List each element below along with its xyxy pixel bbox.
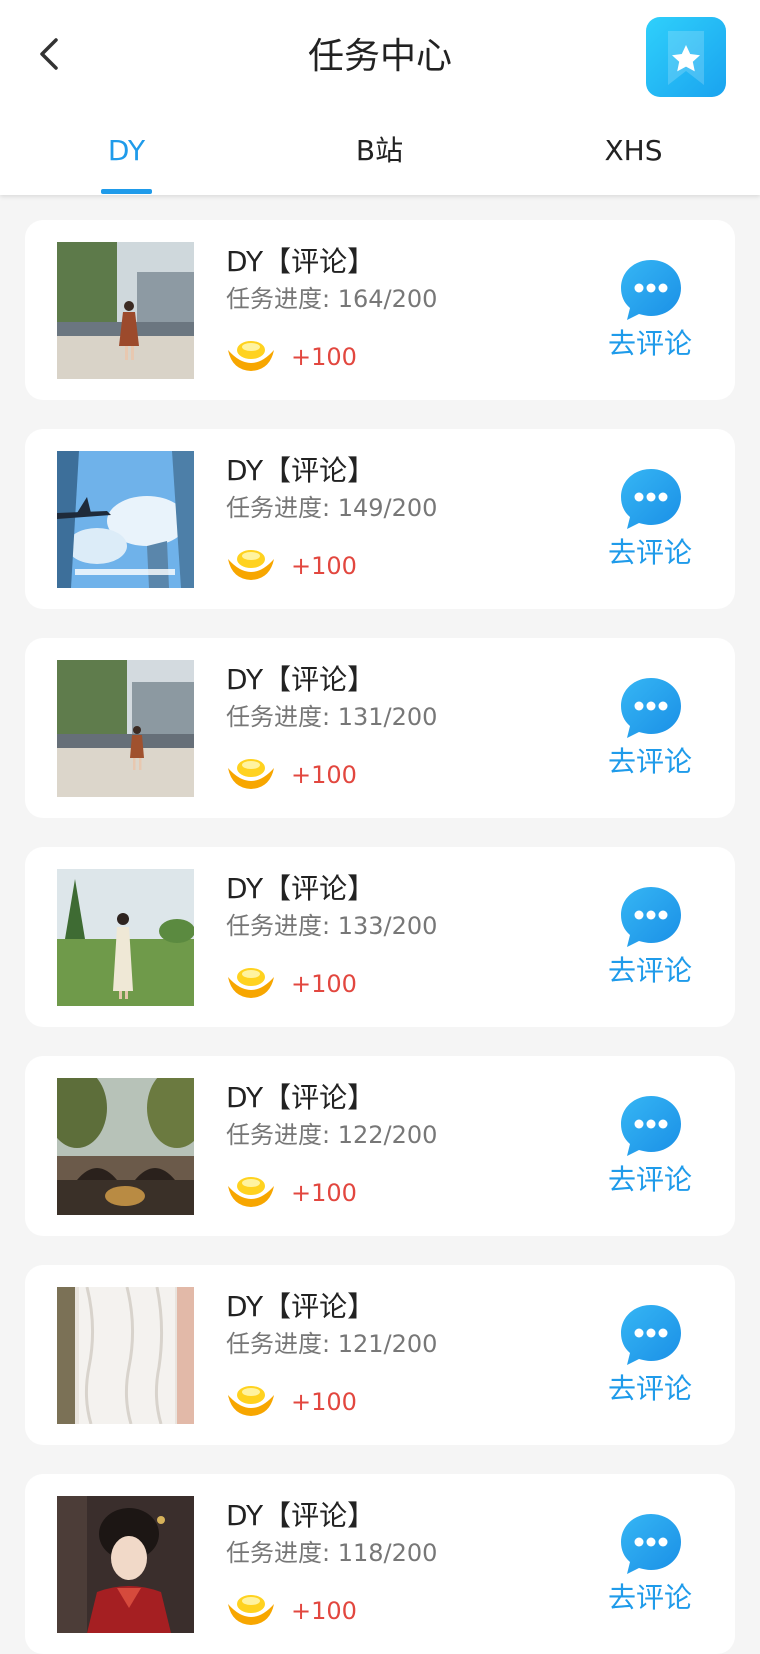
task-title: DY【评论】: [226, 245, 376, 278]
lace-dress-photo: [57, 1287, 194, 1424]
tab-bilibili[interactable]: B站: [253, 124, 506, 178]
go-comment-button[interactable]: 去评论: [585, 467, 715, 577]
task-title: DY【评论】: [226, 1081, 376, 1114]
favorites-button[interactable]: [646, 17, 726, 97]
task-thumbnail[interactable]: [57, 660, 194, 797]
task-card: DY【评论】 任务进度: 118/200 +100 去评论: [25, 1474, 735, 1654]
task-progress: 任务进度: 122/200: [226, 1121, 438, 1149]
go-comment-button[interactable]: 去评论: [585, 1303, 715, 1413]
go-comment-button[interactable]: 去评论: [585, 1512, 715, 1622]
task-progress: 任务进度: 121/200: [226, 1330, 438, 1358]
task-title: DY【评论】: [226, 1290, 376, 1323]
active-tab-indicator: [101, 189, 152, 194]
tab-bar: DY B站 XHS: [0, 124, 760, 195]
street-woman-photo: [57, 242, 194, 379]
reward-amount: +100: [291, 552, 357, 580]
go-comment-button[interactable]: 去评论: [585, 258, 715, 368]
reward-amount: +100: [291, 970, 357, 998]
chat-bubble-icon: [621, 1096, 681, 1156]
chat-bubble-icon: [621, 1305, 681, 1365]
go-comment-label: 去评论: [607, 745, 692, 778]
go-comment-label: 去评论: [607, 536, 692, 569]
task-progress: 任务进度: 164/200: [226, 285, 438, 313]
task-title: DY【评论】: [226, 663, 376, 696]
task-title: DY【评论】: [226, 1499, 376, 1532]
task-progress: 任务进度: 118/200: [226, 1539, 438, 1567]
task-card: DY【评论】 任务进度: 164/200 +100 去评论: [25, 220, 735, 400]
go-comment-label: 去评论: [607, 954, 692, 987]
task-progress: 任务进度: 149/200: [226, 494, 438, 522]
task-thumbnail[interactable]: [57, 1287, 194, 1424]
go-comment-button[interactable]: 去评论: [585, 676, 715, 786]
task-thumbnail[interactable]: [57, 451, 194, 588]
task-thumbnail[interactable]: [57, 242, 194, 379]
tab-dy[interactable]: DY: [0, 124, 253, 178]
chat-bubble-icon: [621, 678, 681, 738]
gold-ingot-icon: [228, 550, 274, 580]
task-progress: 任务进度: 131/200: [226, 703, 438, 731]
task-thumbnail[interactable]: [57, 1496, 194, 1633]
chat-bubble-icon: [621, 1514, 681, 1574]
task-progress: 任务进度: 133/200: [226, 912, 438, 940]
task-card: DY【评论】 任务进度: 149/200 +100 去评论: [25, 429, 735, 609]
chat-bubble-icon: [621, 887, 681, 947]
gold-ingot-icon: [228, 759, 274, 789]
task-thumbnail[interactable]: [57, 869, 194, 1006]
chat-bubble-icon: [621, 260, 681, 320]
park-woman-photo: [57, 869, 194, 1006]
task-card: DY【评论】 任务进度: 133/200 +100 去评论: [25, 847, 735, 1027]
airplane-sky-photo: [57, 451, 194, 588]
star-bookmark-icon: [668, 31, 704, 85]
go-comment-button[interactable]: 去评论: [585, 885, 715, 995]
gold-ingot-icon: [228, 1386, 274, 1416]
go-comment-label: 去评论: [607, 327, 692, 360]
go-comment-button[interactable]: 去评论: [585, 1094, 715, 1204]
street-woman-photo: [57, 660, 194, 797]
gold-ingot-icon: [228, 341, 274, 371]
task-card: DY【评论】 任务进度: 121/200 +100 去评论: [25, 1265, 735, 1445]
gold-ingot-icon: [228, 968, 274, 998]
gold-ingot-icon: [228, 1177, 274, 1207]
reward-amount: +100: [291, 1179, 357, 1207]
chat-bubble-icon: [621, 469, 681, 529]
go-comment-label: 去评论: [607, 1581, 692, 1614]
go-comment-label: 去评论: [607, 1372, 692, 1405]
go-comment-label: 去评论: [607, 1163, 692, 1196]
task-thumbnail[interactable]: [57, 1078, 194, 1215]
reward-amount: +100: [291, 343, 357, 371]
task-card: DY【评论】 任务进度: 131/200 +100 去评论: [25, 638, 735, 818]
task-card: DY【评论】 任务进度: 122/200 +100 去评论: [25, 1056, 735, 1236]
reward-amount: +100: [291, 761, 357, 789]
reward-amount: +100: [291, 1597, 357, 1625]
header: 任务中心 DY B站 XHS: [0, 0, 760, 195]
tab-xhs[interactable]: XHS: [507, 124, 760, 178]
bridge-canal-photo: [57, 1078, 194, 1215]
hanfu-woman-photo: [57, 1496, 194, 1633]
task-title: DY【评论】: [226, 872, 376, 905]
gold-ingot-icon: [228, 1595, 274, 1625]
reward-amount: +100: [291, 1388, 357, 1416]
task-title: DY【评论】: [226, 454, 376, 487]
